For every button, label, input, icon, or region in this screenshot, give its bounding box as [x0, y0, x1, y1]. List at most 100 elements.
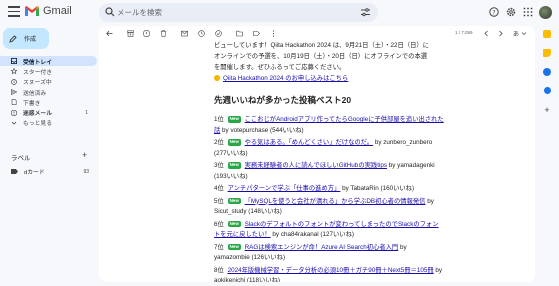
snooze-clock-icon[interactable] — [198, 30, 205, 37]
settings-gear-icon[interactable] — [506, 7, 516, 17]
post-author: by TabataRin (160いいね) — [342, 185, 415, 192]
post-link[interactable]: RAGは検索エンジンが命！Azure AI Search初心者入門 — [245, 244, 399, 251]
sidebar-item-label: もっと見る — [23, 121, 52, 128]
raising-hand-emoji-icon — [214, 75, 220, 81]
new-badge: New — [227, 162, 241, 169]
back-arrow-icon[interactable] — [106, 30, 113, 37]
move-to-icon[interactable] — [236, 30, 243, 37]
section-title: 先週いいねが多かった投稿ベスト20 — [214, 95, 352, 105]
spam-icon — [11, 109, 17, 116]
spam-count: 1 — [85, 109, 88, 116]
label-item-dcard[interactable]: dカード 93 — [11, 167, 95, 176]
search-input[interactable]: メールを検索 — [117, 7, 162, 18]
post-item: 5位 New 「MySQLを使うと会社が潰れる」から学ぶDB初心者の情報発信 b… — [214, 197, 444, 218]
sidebar-item-drafts[interactable]: 下書き — [0, 97, 97, 107]
tasks-icon[interactable] — [543, 68, 551, 76]
gmail-m-icon — [25, 6, 39, 16]
intro-line: ビューしています！Qiita Hackathon 2024 は、9月21日（土）… — [214, 42, 430, 49]
older-chevron-icon[interactable] — [497, 30, 504, 37]
intro-line: を開催します。ぜひふるってご応募ください。 — [214, 64, 346, 71]
labels-heading: ラベル — [11, 155, 31, 162]
sidebar-item-label: 下書き — [23, 100, 41, 107]
message-pane: 1 / 7,059 あ ビューしています！Qiita Hackathon 202… — [99, 26, 535, 282]
email-body: ビューしています！Qiita Hackathon 2024 は、9月21日（土）… — [214, 40, 444, 282]
intro-line: オンラインでの予選を、10月19日（土）・20日（日）にオフラインでの本選 — [214, 53, 428, 60]
contacts-icon[interactable] — [543, 87, 551, 94]
compose-label: 作成 — [24, 37, 37, 43]
post-item: 4位 アンチパターンで学ぶ「仕事の進め方」 by TabataRin (160い… — [214, 184, 444, 195]
sidebar-item-label: スヌーズ中 — [23, 80, 52, 87]
add-task-icon[interactable] — [215, 30, 222, 37]
pagination-count: 1 / 7,059 — [455, 30, 473, 35]
post-link[interactable]: アンチパターンで学ぶ「仕事の進め方」 — [228, 185, 341, 192]
side-panel-rail: + — [540, 30, 554, 115]
add-label-button[interactable]: + — [82, 150, 87, 160]
post-item: 1位 New ここおじがAndroidアプリ作ってたらGoogleに子供部屋を追… — [214, 115, 444, 136]
new-badge: New — [227, 220, 241, 227]
sidebar-item-starred[interactable]: スター付き — [0, 66, 97, 76]
language-chevron-icon[interactable]: あ — [513, 30, 527, 37]
post-rank: 5位 — [214, 197, 224, 205]
main-menu-button[interactable] — [8, 6, 20, 18]
newer-chevron-icon[interactable] — [483, 30, 490, 37]
sidebar-item-snoozed[interactable]: スヌーズ中 — [0, 77, 97, 87]
message-toolbar: 1 / 7,059 あ — [99, 26, 535, 40]
account-avatar[interactable] — [539, 6, 552, 19]
intro-link-row: Qiita Hackathon 2024 のお申し込みはこちら — [214, 73, 444, 84]
new-badge: New — [227, 116, 241, 123]
search-options-icon[interactable] — [361, 8, 370, 17]
post-rank: 4位 — [214, 185, 224, 192]
post-rank: 1位 — [214, 116, 224, 123]
top-bar: Gmail メールを検索 ? — [0, 0, 559, 26]
post-item: 6位 New Slackのデフォルトのフォントが変わってしまったのでSlackの… — [214, 220, 444, 241]
help-icon[interactable]: ? — [489, 7, 499, 17]
sidebar-item-label: 受信トレイ — [23, 59, 52, 66]
post-item: 8位 2024年版機械学習・データ分析の必須10冊＋ガチ90冊＋Next5冊＝1… — [214, 266, 444, 283]
new-badge: New — [227, 197, 241, 204]
gmail-logo[interactable]: Gmail — [24, 5, 72, 17]
post-item: 7位 New RAGは検索エンジンが命！Azure AI Search初心者入門… — [214, 243, 444, 264]
post-rank: 6位 — [214, 220, 224, 228]
chevron-down-icon — [11, 121, 17, 125]
post-link[interactable]: 「MySQLを使うと会社が潰れる」から学ぶDB初心者の情報発信 — [245, 198, 426, 205]
post-link[interactable]: 2024年版機械学習・データ分析の必須10冊＋ガチ90冊＋Next5冊＝105冊 — [228, 267, 434, 274]
sidebar-item-label: スター付き — [23, 69, 52, 76]
sidebar-item-more[interactable]: もっと見る — [0, 118, 97, 128]
post-rank: 7位 — [214, 243, 224, 251]
delete-icon[interactable] — [160, 30, 167, 37]
sidebar-item-inbox[interactable]: 受信トレイ — [0, 56, 97, 67]
search-bar[interactable]: メールを検索 — [99, 3, 378, 22]
post-author: by votepurchase (544いいね) — [222, 126, 304, 134]
archive-icon[interactable] — [127, 30, 134, 37]
intro-paragraph: ビューしています！Qiita Hackathon 2024 は、9月21日（土）… — [214, 40, 444, 84]
add-addon-icon[interactable]: + — [540, 105, 554, 115]
svg-text:あ: あ — [513, 31, 519, 37]
star-icon — [11, 68, 17, 75]
label-tag-icon — [11, 169, 18, 174]
calendar-icon[interactable] — [543, 30, 551, 38]
apps-grid-icon[interactable] — [523, 7, 533, 17]
new-badge: New — [227, 243, 241, 250]
sidebar-item-label: 送信済み — [23, 90, 47, 97]
sidebar-item-sent[interactable]: 送信済み — [0, 87, 97, 97]
sidebar-nav: 受信トレイ スター付き スヌーズ中 送信済み 下書き 迷惑メール 1 もっと見る — [0, 56, 97, 128]
hackathon-signup-link[interactable]: Qiita Hackathon 2024 のお申し込みはこちら — [223, 75, 348, 82]
search-icon[interactable] — [105, 7, 115, 17]
post-item: 3位 New 実務未経験者の人に読んでほしいGitHubの実践tips by y… — [214, 161, 444, 182]
post-link[interactable]: やる気はある。「めんどくさい」だけなのだ。 — [245, 139, 374, 146]
label-name: dカード — [24, 170, 45, 176]
more-vert-icon[interactable] — [270, 30, 277, 37]
report-spam-icon[interactable] — [143, 30, 150, 37]
draft-icon — [11, 99, 17, 106]
post-rank: 2位 — [214, 139, 224, 146]
label-count: 93 — [83, 168, 89, 175]
compose-button[interactable]: 作成 — [3, 28, 49, 49]
pencil-icon — [9, 34, 17, 43]
app-name: Gmail — [43, 5, 72, 17]
post-rank: 8位 — [214, 266, 224, 274]
sidebar-item-spam[interactable]: 迷惑メール 1 — [0, 107, 97, 117]
post-link[interactable]: 実務未経験者の人に読んでほしいGitHubの実践tips — [245, 162, 387, 169]
label-icon[interactable] — [253, 30, 260, 37]
mark-unread-icon[interactable] — [181, 30, 188, 37]
keep-icon[interactable] — [543, 49, 551, 57]
